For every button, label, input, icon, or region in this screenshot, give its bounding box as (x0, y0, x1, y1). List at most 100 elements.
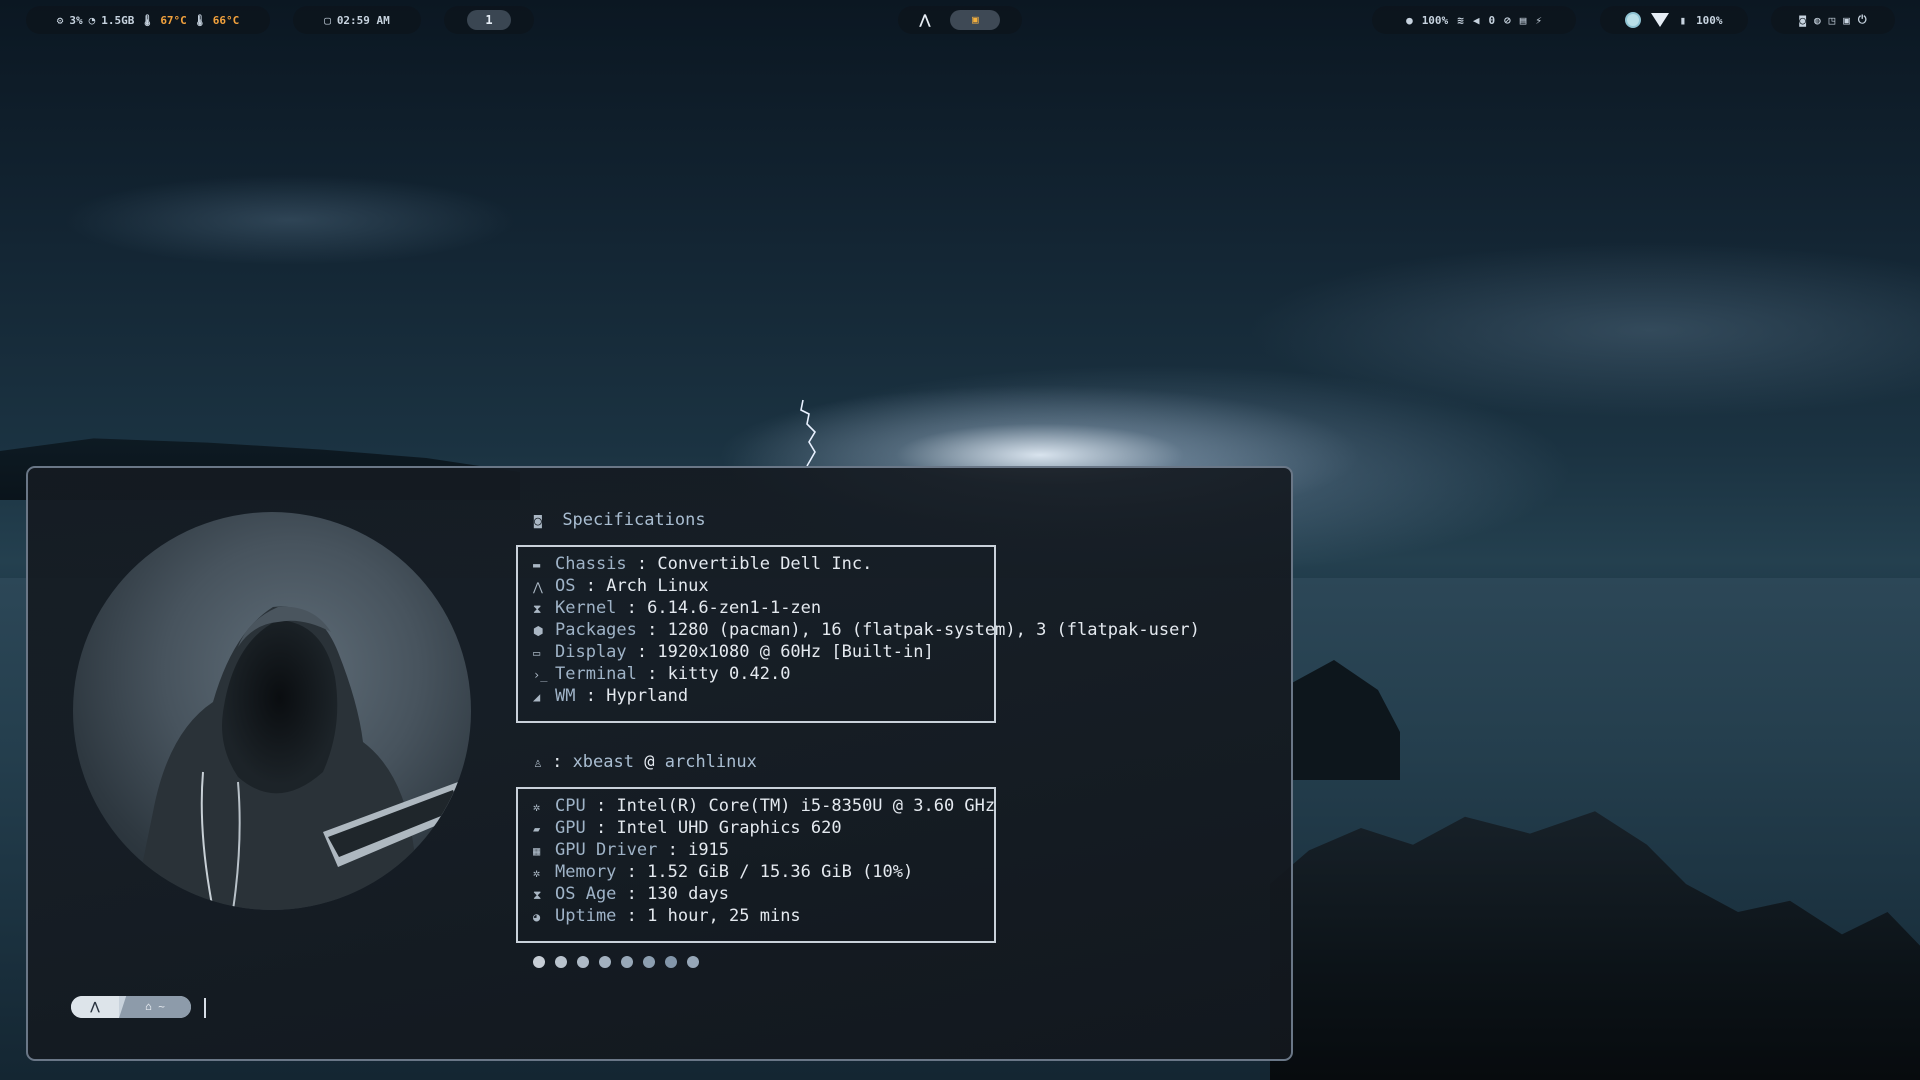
palette-dot-6 (643, 956, 655, 968)
ghost-icon: ◙ (534, 514, 542, 529)
clock-pill[interactable]: ▢ 02:59 AM (293, 6, 421, 34)
spec-row-os: ⋀ OS : Arch Linux (533, 575, 709, 597)
display-icon: ▭ (533, 646, 541, 660)
chassis-icon: ▬ (533, 558, 541, 572)
user-host-heading: ♙ : xbeast @ archlinux (534, 752, 757, 772)
spec-value: 1920x1080 @ 60Hz [Built-in] (657, 642, 934, 662)
vpn-icon[interactable] (1625, 12, 1642, 28)
separator: : (585, 796, 617, 816)
palette-dot-4 (599, 956, 611, 968)
package-icon: ⬢ (533, 624, 544, 638)
thermometer-icon: 🌡︎ (192, 13, 207, 27)
workspaces-pill: 1 (444, 6, 534, 34)
spec-value: Arch Linux (606, 576, 709, 596)
network-battery-pill: ▮ 100% (1600, 6, 1748, 34)
spec-row-kernel: ⧗ Kernel : 6.14.6-zen1-1-zen (533, 597, 821, 619)
spec-key: Chassis (555, 554, 627, 574)
wifi-icon[interactable]: ≋ (1457, 14, 1464, 27)
battery-value: 100% (1696, 13, 1723, 27)
cpu-temperature: 67°C (160, 13, 187, 27)
spec-key: Terminal (555, 664, 637, 684)
clipboard-icon[interactable]: ▣ (1843, 14, 1850, 27)
spec-key: WM (555, 686, 576, 706)
volume-value: 0 (1488, 13, 1496, 27)
text-cursor[interactable] (204, 998, 206, 1018)
separator: : (626, 642, 658, 662)
prompt-path-segment: ⌂ ~ (119, 996, 191, 1018)
hardware-key: GPU Driver (555, 840, 658, 860)
hooded-figure (133, 606, 468, 910)
lightning-bolt (800, 399, 817, 467)
hostname: archlinux (664, 752, 757, 772)
specifications-heading: ◙ Specifications (534, 510, 706, 530)
system-monitor-pill[interactable]: ⚙ 3% ◔ 1.5GB 🌡︎ 67°C 🌡︎ 66°C (26, 6, 270, 34)
hardware-row-uptime: ◕ Uptime : 1 hour, 25 mins (533, 905, 801, 927)
hardware-value: Intel(R) Core(TM) i5-8350U @ 3.60 GHz (616, 796, 996, 816)
palette-dot-3 (577, 956, 589, 968)
spec-row-packages: ⬢ Packages : 1280 (pacman), 16 (flatpak-s… (533, 619, 1200, 641)
spec-row-chassis: ▬ Chassis : Convertible Dell Inc. (533, 553, 872, 575)
palette-dot-1 (533, 956, 545, 968)
uptime-icon: ◕ (533, 910, 541, 924)
hardware-value: 1 hour, 25 mins (647, 906, 801, 926)
hardware-row-memory: ✲ Memory : 1.52 GiB / 15.36 GiB (10%) (533, 861, 913, 883)
mic-muted-icon[interactable]: ⊘ (1504, 14, 1511, 27)
box-bottom-border (516, 933, 996, 943)
clock-time: 02:59 AM (336, 13, 390, 27)
terminal-app-icon[interactable]: ▣ (950, 10, 1001, 30)
username: xbeast (572, 752, 634, 772)
terminal-icon: ›_ (533, 668, 548, 682)
spec-key: Kernel (555, 598, 617, 618)
brightness-icon[interactable]: ● (1406, 14, 1413, 27)
workspace-1-button[interactable]: 1 (467, 10, 511, 30)
terminal-window[interactable]: ◙ Specifications ▬ Chassis : Convertible … (26, 466, 1293, 1061)
spec-key: Packages (555, 620, 637, 640)
spec-key: OS (555, 576, 576, 596)
separator: : (616, 598, 648, 618)
cpu-icon: ✲ (533, 800, 541, 814)
spec-value: Convertible Dell Inc. (657, 554, 873, 574)
ram-icon: ◔ (88, 13, 96, 27)
hardware-row-gpu: ▰ GPU : Intel UHD Graphics 620 (533, 817, 842, 839)
cpu-usage: 3% (69, 13, 83, 27)
spec-value: kitty 0.42.0 (667, 664, 791, 684)
hardware-key: Uptime (555, 906, 617, 926)
volume-icon[interactable]: ◀ (1473, 14, 1480, 27)
separator: : (636, 664, 668, 684)
actions-pill: ◙ ◍ ◳ ▣ ⏻ (1771, 6, 1895, 34)
hardware-row-gpu-driver: ▦ GPU Driver : i915 (533, 839, 729, 861)
palette-dot-5 (621, 956, 633, 968)
spec-value: 1280 (pacman), 16 (flatpak-system), 3 (f… (667, 620, 1200, 640)
separator: : (616, 862, 648, 882)
brightness-value: 100% (1421, 13, 1449, 27)
gpu-icon: ▰ (533, 822, 541, 836)
arch-logo-icon[interactable]: ⋀ (920, 13, 931, 28)
hardware-value: 130 days (647, 884, 730, 904)
color-palette (533, 956, 699, 968)
prompt-arch-segment: ⋀ (71, 996, 119, 1018)
thermometer-icon: 🌡︎ (140, 13, 155, 27)
arch-icon: ⋀ (533, 580, 543, 594)
hardware-key: Memory (555, 862, 617, 882)
separator: : (636, 620, 668, 640)
power-icon[interactable]: ⏻ (1858, 13, 1867, 27)
specifications-title: Specifications (562, 510, 706, 530)
notification-icon[interactable]: ◙ (1799, 14, 1806, 27)
separator: : (575, 576, 607, 596)
palette-dot-8 (687, 956, 699, 968)
charging-icon[interactable]: ⚡︎ (1535, 14, 1542, 27)
palette-icon[interactable]: ◍ (1814, 14, 1821, 27)
spec-value: 6.14.6-zen1-1-zen (647, 598, 822, 618)
separator: : (616, 884, 648, 904)
palette-dot-2 (555, 956, 567, 968)
screenshot-icon[interactable]: ◳ (1829, 14, 1836, 27)
hardware-value: Intel UHD Graphics 620 (616, 818, 842, 838)
wifi-signal-icon[interactable] (1651, 13, 1670, 27)
gpu-temperature: 66°C (212, 13, 240, 27)
hardware-row-cpu: ✲ CPU : Intel(R) Core(TM) i5-8350U @ 3.60… (533, 795, 995, 817)
keyboard-icon[interactable]: ▤ (1520, 14, 1527, 27)
hardware-value: i915 (688, 840, 730, 860)
calendar-icon: ▢ (324, 13, 331, 27)
spec-key: Display (555, 642, 627, 662)
spec-row-wm: ◢ WM : Hyprland (533, 685, 688, 707)
